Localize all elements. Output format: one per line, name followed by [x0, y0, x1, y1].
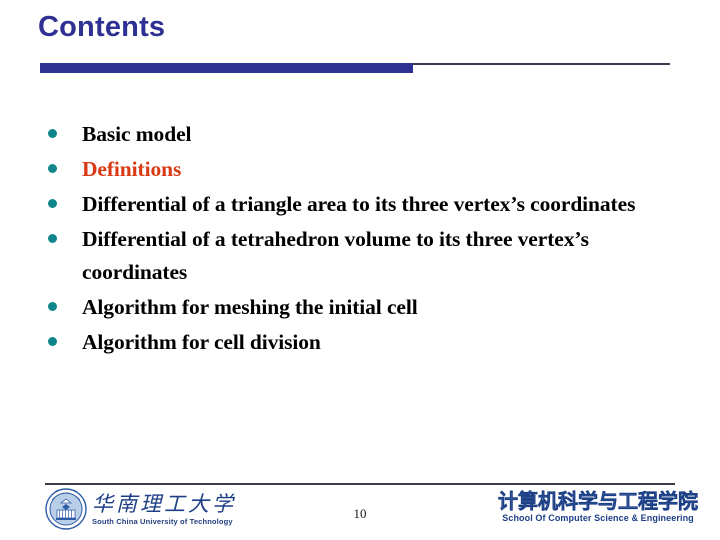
- school-name-english: School Of Computer Science & Engineering: [502, 513, 694, 523]
- header-accent-bar: [40, 63, 413, 73]
- school-logo: 计算机科学与工程学院 School Of Computer Science & …: [498, 489, 699, 524]
- list-item-label: Algorithm for meshing the initial cell: [82, 295, 418, 319]
- list-item: Algorithm for meshing the initial cell: [48, 291, 668, 324]
- contents-list: Basic model Definitions Differential of …: [48, 118, 668, 361]
- bullet-dot-icon: [48, 164, 57, 173]
- bullet-dot-icon: [48, 337, 57, 346]
- list-item: Basic model: [48, 118, 668, 151]
- list-item: Definitions: [48, 153, 668, 186]
- bullet-dot-icon: [48, 234, 57, 243]
- list-item-label: Basic model: [82, 122, 192, 146]
- list-item: Algorithm for cell division: [48, 326, 668, 359]
- list-item-label: Differential of a tetrahedron volume to …: [82, 227, 589, 284]
- page-title: Contents: [38, 11, 166, 43]
- list-item: Differential of a triangle area to its t…: [48, 188, 668, 221]
- bullet-dot-icon: [48, 129, 57, 138]
- school-name-chinese: 计算机科学与工程学院: [498, 489, 699, 513]
- bullet-dot-icon: [48, 199, 57, 208]
- list-item-label: Differential of a triangle area to its t…: [82, 192, 636, 216]
- slide-footer: 华南理工大学 South China University of Technol…: [0, 486, 720, 540]
- list-item-label-highlighted: Definitions: [82, 157, 182, 181]
- footer-divider-line: [45, 483, 675, 485]
- list-item-label: Algorithm for cell division: [82, 330, 321, 354]
- list-item: Differential of a tetrahedron volume to …: [48, 223, 668, 289]
- bullet-dot-icon: [48, 302, 57, 311]
